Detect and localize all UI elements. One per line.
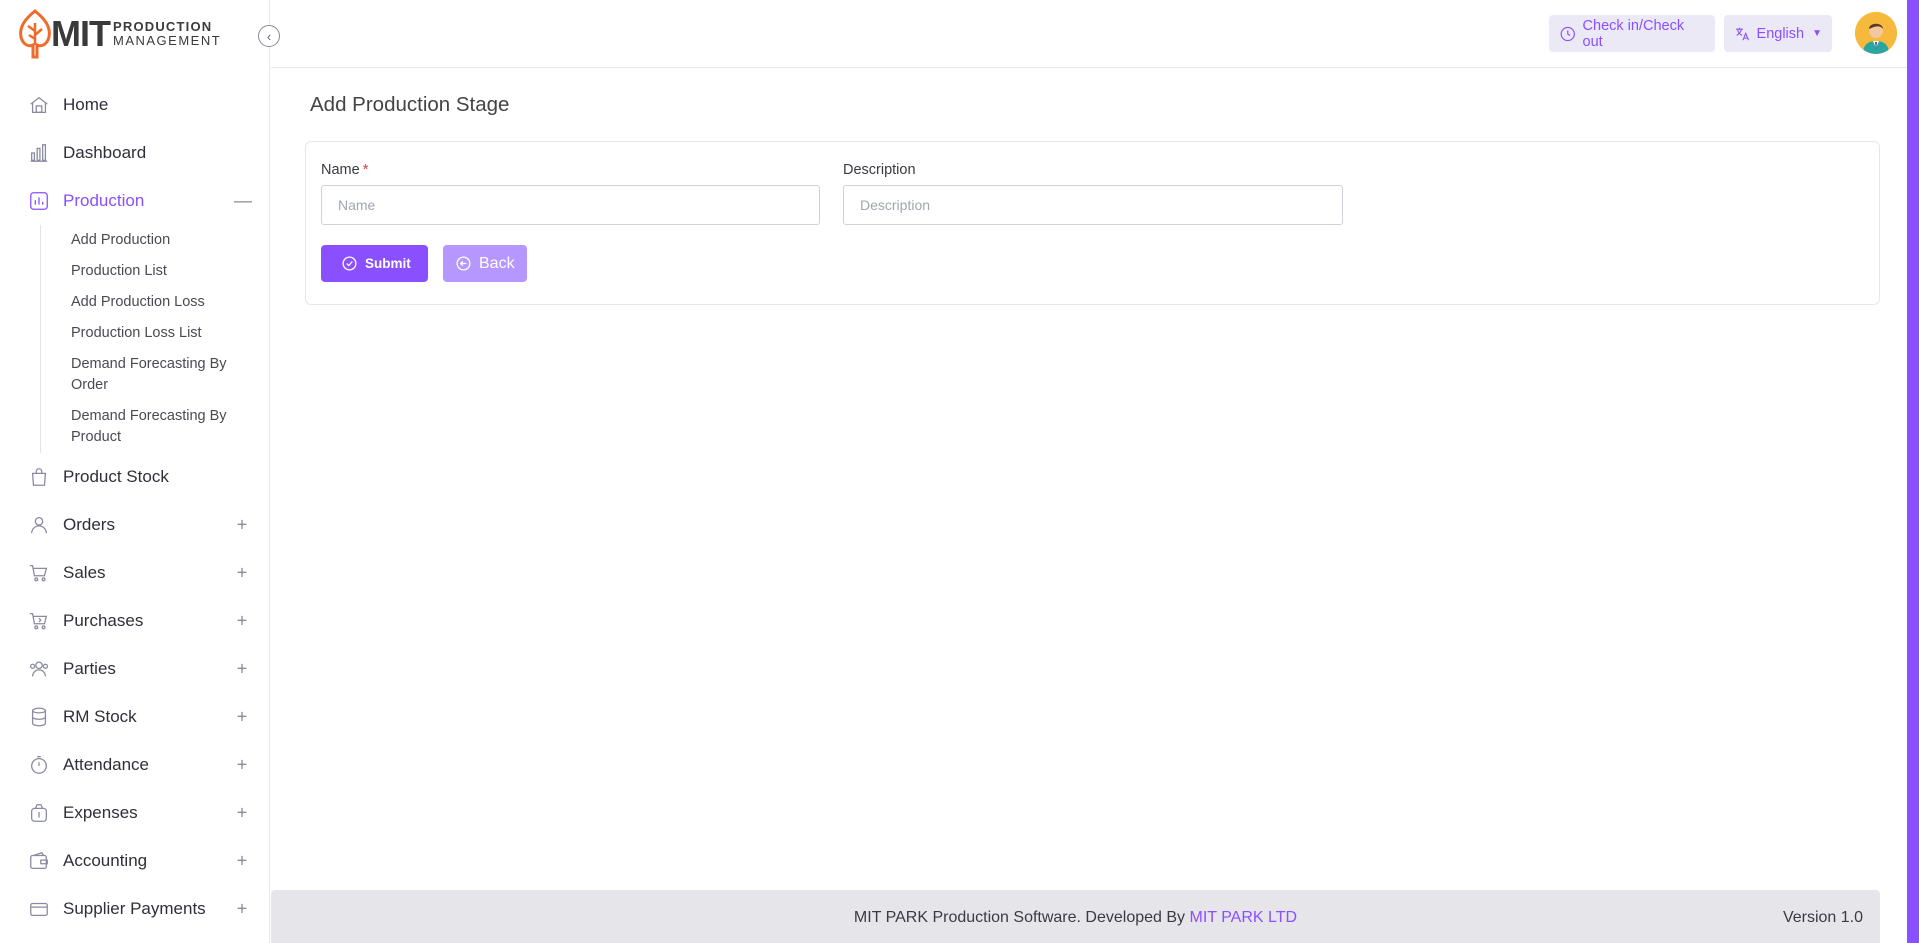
logo-line-1: PRODUCTION	[112, 19, 213, 34]
arrow-left-circle-icon	[456, 256, 471, 271]
cart-arrow-icon	[28, 610, 50, 632]
name-input[interactable]	[321, 185, 820, 225]
sidebar-item-production[interactable]: Production —	[0, 177, 269, 225]
chart-box-icon	[28, 190, 50, 212]
clock-icon	[1560, 26, 1575, 41]
logo-text: MIT	[51, 13, 111, 54]
sidebar-item-sales[interactable]: Sales +	[0, 549, 269, 597]
caret-down-icon: ▼	[1812, 28, 1822, 39]
sidebar-item-purchases[interactable]: Purchases +	[0, 597, 269, 645]
submenu-item-add-production-loss[interactable]: Add Production Loss	[71, 287, 241, 318]
sidebar-item-expenses[interactable]: Expenses +	[0, 789, 269, 837]
footer-text: MIT PARK Production Software. Developed …	[853, 909, 1190, 926]
required-mark: *	[362, 162, 369, 178]
bar-chart-icon	[28, 142, 50, 164]
footer: MIT PARK Production Software. Developed …	[271, 890, 1880, 943]
wallet-icon	[28, 850, 50, 872]
home-icon	[28, 94, 50, 116]
name-label-text: Name	[321, 162, 360, 178]
card-icon	[28, 898, 50, 920]
submenu-item-demand-forecasting-product[interactable]: Demand Forecasting By Product	[71, 401, 241, 453]
bag-icon	[28, 466, 50, 488]
sidebar-nav: Home Dashboard Production — Add Producti…	[0, 81, 269, 933]
submit-button[interactable]: Submit	[321, 245, 428, 282]
back-button[interactable]: Back	[443, 245, 527, 282]
sidebar-item-accounting[interactable]: Accounting +	[0, 837, 269, 885]
sidebar-item-rm-stock[interactable]: RM Stock +	[0, 693, 269, 741]
submenu-item-add-production[interactable]: Add Production	[71, 225, 241, 256]
check-in-out-label: Check in/Check out	[1582, 17, 1685, 50]
top-header: Check in/Check out English ▼	[271, 0, 1907, 68]
stopwatch-icon	[28, 754, 50, 776]
sidebar-item-home[interactable]: Home	[0, 81, 269, 129]
sidebar: MIT PRODUCTION MANAGEMENT Home Dashboard…	[0, 0, 270, 943]
money-bag-icon	[28, 802, 50, 824]
sidebar-item-supplier-payments[interactable]: Supplier Payments +	[0, 885, 269, 933]
footer-company-link[interactable]: MIT PARK LTD	[1189, 909, 1297, 926]
translate-icon	[1736, 27, 1749, 40]
chevron-left-icon: ‹	[266, 28, 272, 44]
sidebar-item-label: Sales	[63, 563, 106, 582]
avatar-person-icon	[1855, 12, 1897, 54]
sidebar-item-label: Parties	[63, 659, 116, 678]
submenu-item-demand-forecasting-order[interactable]: Demand Forecasting By Order	[71, 349, 241, 401]
database-icon	[28, 706, 50, 728]
submenu-item-production-loss-list[interactable]: Production Loss List	[71, 318, 241, 349]
sidebar-item-label: Attendance	[63, 755, 150, 774]
expand-icon[interactable]: +	[234, 755, 250, 776]
users-icon	[28, 658, 50, 680]
footer-credit: MIT PARK Production Software. Developed …	[271, 909, 1880, 927]
sidebar-item-dashboard[interactable]: Dashboard	[0, 129, 269, 177]
sidebar-item-orders[interactable]: Orders +	[0, 501, 269, 549]
sidebar-item-label: Home	[63, 95, 109, 114]
description-input[interactable]	[843, 185, 1343, 225]
brand-logo[interactable]: MIT PRODUCTION MANAGEMENT	[17, 8, 221, 60]
sidebar-item-label: Orders	[63, 515, 115, 534]
sidebar-item-label: Accounting	[63, 851, 148, 870]
expand-icon[interactable]: +	[234, 515, 250, 536]
language-label: English	[1756, 25, 1805, 42]
form-card: Name* Description Submit Back	[305, 141, 1880, 305]
sidebar-item-attendance[interactable]: Attendance +	[0, 741, 269, 789]
user-avatar[interactable]	[1855, 12, 1897, 54]
version-label: Version 1.0	[1782, 909, 1863, 926]
collapse-icon[interactable]: —	[234, 191, 252, 212]
expand-icon[interactable]: +	[234, 707, 250, 728]
description-label: Description	[843, 162, 916, 178]
sidebar-item-label: RM Stock	[63, 707, 137, 726]
sidebar-item-product-stock[interactable]: Product Stock	[0, 453, 269, 501]
check-in-out-button[interactable]: Check in/Check out	[1549, 15, 1715, 52]
cart-icon	[28, 562, 50, 584]
expand-icon[interactable]: +	[234, 563, 250, 584]
submenu-item-production-list[interactable]: Production List	[71, 256, 241, 287]
check-circle-icon	[342, 256, 357, 271]
page-title: Add Production Stage	[310, 93, 510, 116]
back-label: Back	[479, 254, 515, 272]
logo-line-2: MANAGEMENT	[112, 33, 222, 48]
sidebar-item-label: Product Stock	[63, 467, 169, 486]
right-accent-stripe	[1907, 0, 1919, 943]
expand-icon[interactable]: +	[234, 803, 250, 824]
name-label: Name *	[321, 162, 368, 178]
submit-label: Submit	[365, 256, 411, 271]
language-dropdown[interactable]: English ▼	[1724, 15, 1832, 52]
user-icon	[28, 514, 50, 536]
logo-tree-icon	[19, 9, 51, 59]
sidebar-item-label: Dashboard	[63, 143, 147, 162]
sidebar-item-label: Purchases	[63, 611, 144, 630]
sidebar-item-label: Expenses	[63, 803, 138, 822]
sidebar-collapse-button[interactable]: ‹	[258, 25, 280, 47]
sidebar-item-label: Production	[63, 191, 145, 210]
expand-icon[interactable]: +	[234, 851, 250, 872]
sidebar-item-parties[interactable]: Parties +	[0, 645, 269, 693]
production-submenu: Add Production Production List Add Produ…	[0, 225, 269, 453]
expand-icon[interactable]: +	[234, 899, 250, 920]
expand-icon[interactable]: +	[234, 611, 250, 632]
sidebar-item-label: Supplier Payments	[63, 899, 206, 918]
expand-icon[interactable]: +	[234, 659, 250, 680]
logo-subtitle: PRODUCTION MANAGEMENT	[113, 20, 221, 48]
